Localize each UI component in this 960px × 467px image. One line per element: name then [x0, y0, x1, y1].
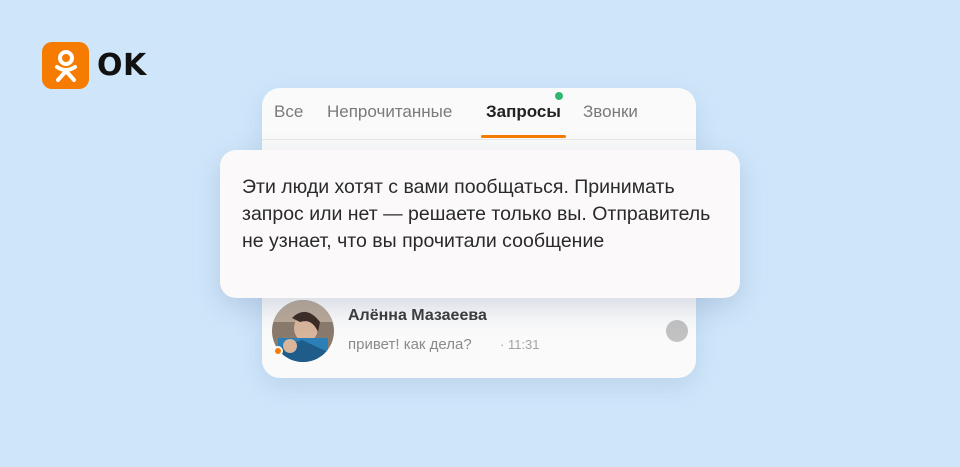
requests-indicator-dot [555, 92, 563, 100]
tab-all[interactable]: Все [274, 102, 303, 122]
promo-stage: OK Все Непрочитанные Запросы Звонки Алён… [0, 0, 960, 467]
message-time: · 11:31 [500, 337, 540, 352]
tab-requests[interactable]: Запросы [486, 102, 561, 122]
tab-calls[interactable]: Звонки [583, 102, 638, 122]
last-message-preview[interactable]: привет! как дела? [348, 336, 472, 353]
tooltip-text: Эти люди хотят с вами пообщаться. Приним… [242, 176, 711, 252]
ok-logo-icon [42, 42, 89, 89]
requests-tooltip: Эти люди хотят с вами пообщаться. Приним… [220, 150, 740, 298]
tab-unread[interactable]: Непрочитанные [327, 102, 452, 122]
active-tab-underline [481, 135, 566, 138]
contact-name[interactable]: Алённа Мазаеева [348, 307, 487, 325]
read-status-indicator [666, 320, 688, 342]
ok-logo: OK [42, 42, 147, 89]
online-status-dot [273, 346, 283, 356]
ok-logo-text: OK [97, 48, 147, 83]
message-tabs: Все Непрочитанные Запросы Звонки [262, 88, 696, 140]
